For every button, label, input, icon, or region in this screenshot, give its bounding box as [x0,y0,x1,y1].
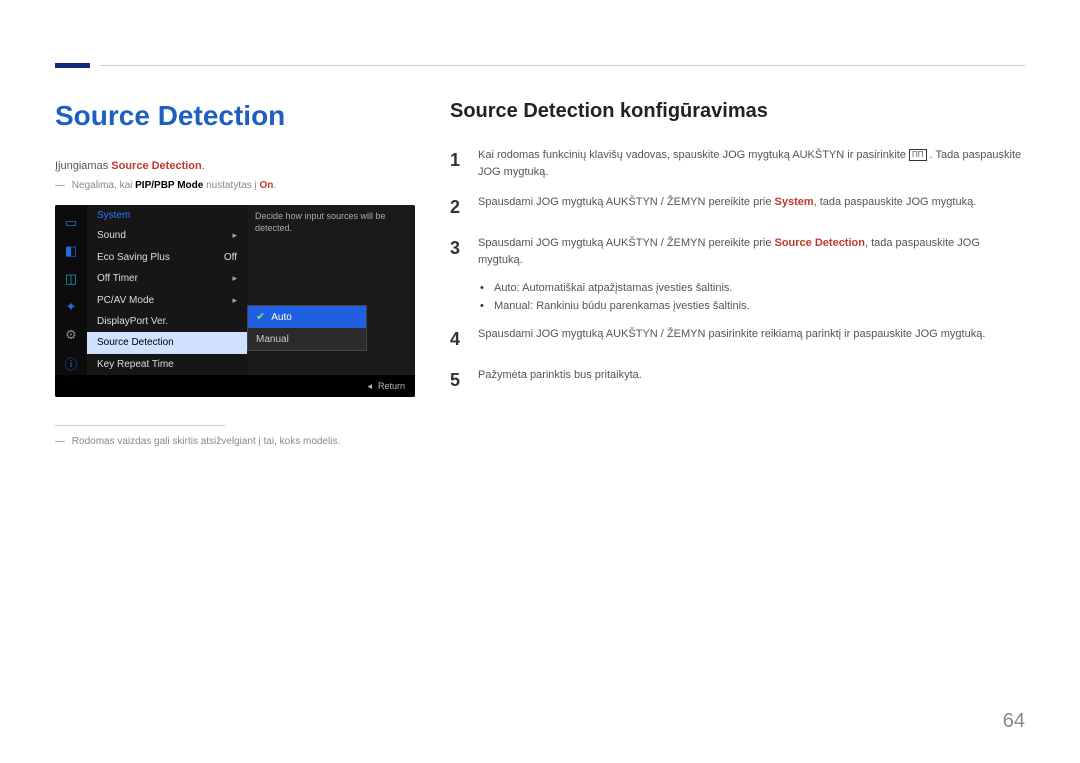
section-title: Source Detection konfigūravimas [450,100,1025,123]
osd-popup: ✔Auto Manual [247,305,367,351]
step-1-text: Kai rodomas funkcinių klavišų vadovas, s… [478,147,1025,180]
return-arrow-icon: ◂ [367,381,372,392]
header-accent [55,63,90,68]
osd-description-panel: Decide how input sources will be detecte… [247,205,415,375]
option-bullets: Auto: Automatiškai atpažįstamas įvesties… [480,282,1025,312]
osd-popup-auto: ✔Auto [248,306,366,328]
note-mid: nustatytas į [203,180,259,191]
step-num-3: 3 [450,235,464,268]
header-rule [100,65,1025,66]
step-num-2: 2 [450,194,464,221]
osd-menu: System Sound▸ Eco Saving PlusOff Off Tim… [87,205,247,375]
osd-iconbar: ▭ ◧ ◫ ✦ ⚙ ⓘ [55,205,87,375]
step-num-4: 4 [450,326,464,353]
osd-section-title: System [87,205,247,225]
return-label: Return [378,381,405,391]
gear-icon: ⚙ [61,325,81,345]
osd-popup-manual: Manual [248,328,366,350]
note-prefix: Negalima, kai [72,180,135,191]
step-2-text: Spausdami JOG mygtuką AUKŠTYN / ŽEMYN pe… [478,194,976,221]
osd-item-eco: Eco Saving PlusOff [87,247,247,268]
note-dash-icon: ― [55,180,69,191]
intro-prefix: Įjungiamas [55,160,111,172]
osd-item-dpver: DisplayPort Ver. [87,311,247,332]
note-em1: PIP/PBP Mode [135,180,203,191]
osd-item-keyrepeat: Key Repeat Time [87,354,247,375]
osd-footer: ◂ Return [55,375,415,397]
osd-description: Decide how input sources will be detecte… [255,211,386,233]
right-column: Source Detection konfigūravimas 1 Kai ro… [450,100,1025,408]
osd-item-source-detection: Source Detection [87,332,247,353]
step-num-1: 1 [450,147,464,180]
step-4-text: Spausdami JOG mygtuką AUKŠTYN / ŽEMYN pa… [478,326,985,353]
intro-em: Source Detection [111,160,201,172]
osd-item-sound: Sound▸ [87,225,247,246]
footnote: ― Rodomas vaizdas gali skirtis atsižvelg… [55,436,425,447]
left-column: Source Detection Įjungiamas Source Detec… [55,100,425,447]
step-3: 3 Spausdami JOG mygtuką AUKŠTYN / ŽEMYN … [450,235,1025,268]
osd-body: ▭ ◧ ◫ ✦ ⚙ ⓘ System Sound▸ Eco Saving Plu… [55,205,415,375]
picture-icon: ◧ [61,241,81,261]
page-number: 64 [1003,710,1025,733]
footnote-rule [55,425,225,426]
note-em2: On [259,180,273,191]
display-icon: ▭ [61,213,81,233]
page-title: Source Detection [55,100,425,132]
check-icon: ✔ [256,310,265,324]
restriction-note: ― Negalima, kai PIP/PBP Mode nustatytas … [55,180,425,191]
bullet-auto: Auto: Automatiškai atpažįstamas įvesties… [480,282,1025,294]
step-2: 2 Spausdami JOG mygtuką AUKŠTYN / ŽEMYN … [450,194,1025,221]
osd-screenshot: ▭ ◧ ◫ ✦ ⚙ ⓘ System Sound▸ Eco Saving Plu… [55,205,415,397]
step-3-text: Spausdami JOG mygtuką AUKŠTYN / ŽEMYN pe… [478,235,1025,268]
step-5: 5 Pažymėta parinktis bus pritaikyta. [450,367,1025,394]
menu-icon: ΠΠ [909,149,927,161]
intro-text: Įjungiamas Source Detection. [55,160,425,172]
step-1: 1 Kai rodomas funkcinių klavišų vadovas,… [450,147,1025,180]
intro-suffix: . [202,160,205,172]
pip-icon: ◫ [61,269,81,289]
note-suffix: . [273,180,276,191]
step-5-text: Pažymėta parinktis bus pritaikyta. [478,367,642,394]
note-dash-icon: ― [55,436,69,447]
osd-item-offtimer: Off Timer▸ [87,268,247,289]
step-num-5: 5 [450,367,464,394]
osd-item-pcav: PC/AV Mode▸ [87,289,247,310]
info-icon: ⓘ [61,353,81,373]
bullet-manual: Manual: Rankiniu būdu parenkamas įvestie… [480,300,1025,312]
step-4: 4 Spausdami JOG mygtuką AUKŠTYN / ŽEMYN … [450,326,1025,353]
move-icon: ✦ [61,297,81,317]
